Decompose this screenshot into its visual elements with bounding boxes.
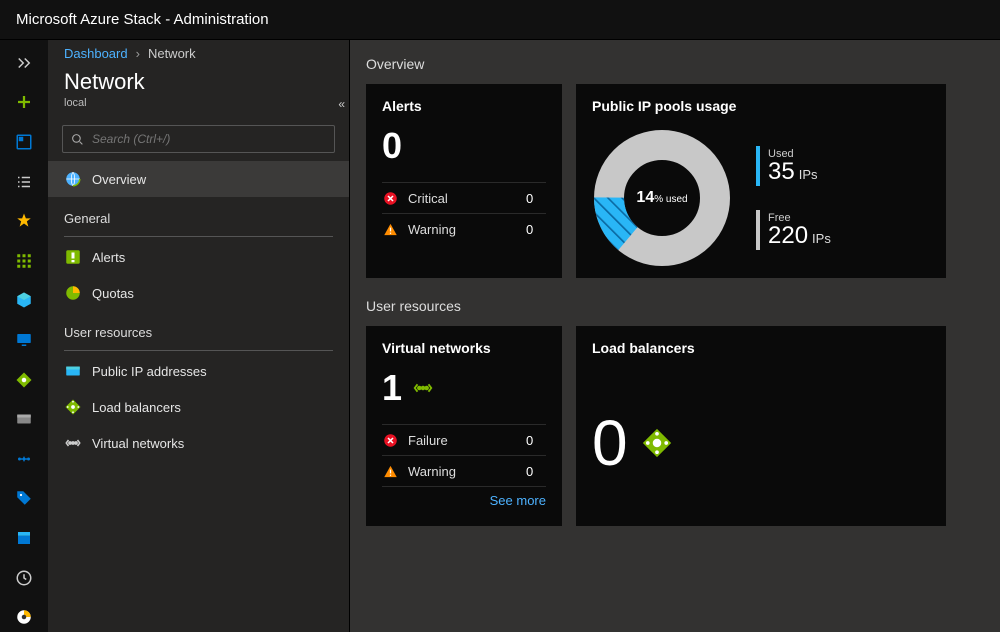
nav-quotas[interactable]: Quotas xyxy=(48,275,349,311)
card-virtual-networks[interactable]: Virtual networks 1 Failure 0 Warning 0 S… xyxy=(366,326,562,526)
stat-value: 0 xyxy=(526,191,546,206)
pool-value: 35 xyxy=(768,158,795,185)
pool-used: Used 35IPs xyxy=(756,146,831,186)
loadbalancer-icon xyxy=(64,398,82,416)
nav-alerts[interactable]: Alerts xyxy=(48,239,349,275)
rail-vnet-icon[interactable] xyxy=(8,444,40,474)
page-title: Network xyxy=(64,69,333,95)
stat-value: 0 xyxy=(526,464,546,479)
vnet-icon xyxy=(412,377,434,399)
stat-value: 0 xyxy=(526,433,546,448)
quota-icon xyxy=(64,284,82,302)
alerts-count: 0 xyxy=(382,128,546,164)
collapse-panel-icon[interactable]: « xyxy=(332,91,351,117)
stat-label: Failure xyxy=(408,433,516,448)
warning-icon xyxy=(382,221,398,237)
stat-warning: Warning 0 xyxy=(382,455,546,486)
used-bar-icon xyxy=(756,146,760,186)
left-rail xyxy=(0,40,48,632)
pool-unit: IPs xyxy=(799,167,818,182)
failure-icon xyxy=(382,432,398,448)
vnets-count: 1 xyxy=(382,370,546,406)
rail-cube-icon[interactable] xyxy=(8,286,40,316)
card-title: Load balancers xyxy=(592,340,930,356)
rail-expand-icon[interactable] xyxy=(8,48,40,78)
nav-load-balancers[interactable]: Load balancers xyxy=(48,389,349,425)
lb-count: 0 xyxy=(592,406,930,480)
see-more-link[interactable]: See more xyxy=(382,486,546,510)
card-load-balancers[interactable]: Load balancers 0 xyxy=(576,326,946,526)
pool-unit: IPs xyxy=(812,231,831,246)
stat-label: Warning xyxy=(408,222,516,237)
breadcrumb-root[interactable]: Dashboard xyxy=(64,46,128,61)
breadcrumb: Dashboard › Network xyxy=(48,40,349,61)
rail-clock-icon[interactable] xyxy=(8,563,40,593)
vnet-icon xyxy=(64,434,82,452)
breadcrumb-current: Network xyxy=(148,46,196,61)
page-scope: local xyxy=(64,97,333,109)
rail-gauge-icon[interactable] xyxy=(8,602,40,632)
app-title: Microsoft Azure Stack - Administration xyxy=(16,11,269,28)
card-ip-pools[interactable]: Public IP pools usage xyxy=(576,84,946,278)
stat-label: Critical xyxy=(408,191,516,206)
overview-section-label: Overview xyxy=(366,56,984,72)
rail-add-icon[interactable] xyxy=(8,88,40,118)
rail-grid-icon[interactable] xyxy=(8,246,40,276)
rail-list-icon[interactable] xyxy=(8,167,40,197)
alert-icon xyxy=(64,248,82,266)
nav-overview[interactable]: Overview xyxy=(48,161,349,197)
user-resources-section-label: User resources xyxy=(366,298,984,314)
critical-icon xyxy=(382,190,398,206)
stat-label: Warning xyxy=(408,464,516,479)
nav-item-label: Alerts xyxy=(92,250,125,265)
card-title: Public IP pools usage xyxy=(592,98,930,114)
nav-section-general: General xyxy=(48,197,349,232)
main-content: Overview Alerts 0 Critical 0 Warning 0 xyxy=(350,40,1000,632)
stat-warning: Warning 0 xyxy=(382,213,546,244)
rail-loadbalancer-icon[interactable] xyxy=(8,365,40,395)
card-alerts[interactable]: Alerts 0 Critical 0 Warning 0 xyxy=(366,84,562,278)
free-bar-icon xyxy=(756,210,760,250)
nav-item-label: Load balancers xyxy=(92,400,181,415)
nav-panel: Dashboard › Network Network local « Over… xyxy=(48,40,350,632)
rail-card-icon[interactable] xyxy=(8,404,40,434)
stat-critical: Critical 0 xyxy=(382,182,546,213)
card-title: Virtual networks xyxy=(382,340,546,356)
rail-tag-icon[interactable] xyxy=(8,484,40,514)
nav-section-user-resources: User resources xyxy=(48,311,349,346)
search-icon xyxy=(71,133,84,146)
card-title: Alerts xyxy=(382,98,546,114)
donut-percent: 14% used xyxy=(636,189,687,207)
publicip-icon xyxy=(64,362,82,380)
nav-item-label: Public IP addresses xyxy=(92,364,207,379)
search-input[interactable] xyxy=(92,132,326,146)
pool-value: 220 xyxy=(768,222,808,249)
rail-monitor-icon[interactable] xyxy=(8,325,40,355)
topbar: Microsoft Azure Stack - Administration xyxy=(0,0,1000,40)
nav-virtual-networks[interactable]: Virtual networks xyxy=(48,425,349,461)
donut-chart: 14% used xyxy=(592,128,732,268)
search-box[interactable] xyxy=(62,125,335,153)
pool-free: Free 220IPs xyxy=(756,210,831,250)
warning-icon xyxy=(382,463,398,479)
nav-item-label: Virtual networks xyxy=(92,436,184,451)
loadbalancer-icon xyxy=(640,426,674,460)
divider xyxy=(64,236,333,237)
nav-public-ips[interactable]: Public IP addresses xyxy=(48,353,349,389)
rail-store-icon[interactable] xyxy=(8,523,40,553)
globe-icon xyxy=(64,170,82,188)
rail-favorite-icon[interactable] xyxy=(8,206,40,236)
rail-dashboard-icon[interactable] xyxy=(8,127,40,157)
stat-value: 0 xyxy=(526,222,546,237)
stat-failure: Failure 0 xyxy=(382,424,546,455)
chevron-right-icon: › xyxy=(136,46,140,61)
divider xyxy=(64,350,333,351)
nav-item-label: Quotas xyxy=(92,286,134,301)
nav-item-label: Overview xyxy=(92,172,146,187)
